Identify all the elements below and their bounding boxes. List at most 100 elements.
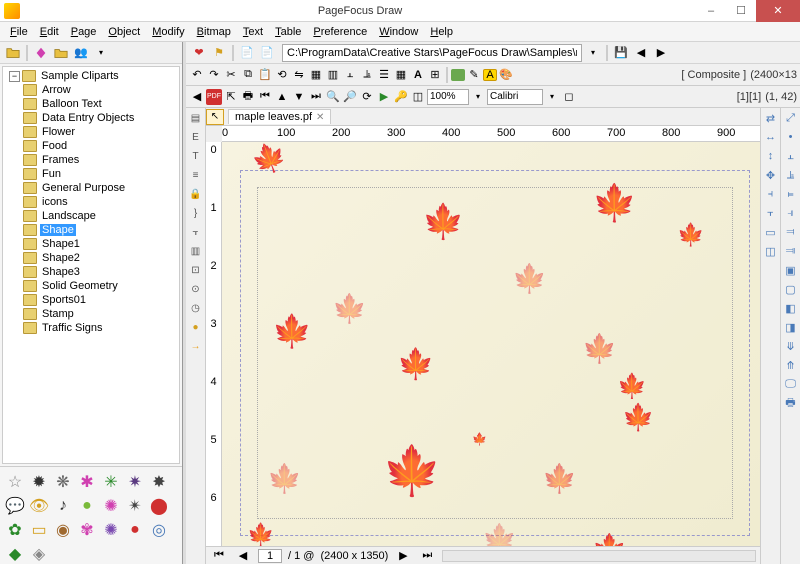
menu-edit[interactable]: Edit [34, 24, 65, 40]
zoom-out-icon[interactable]: 🔎 [342, 89, 358, 105]
clip-shape[interactable]: 👁 [28, 495, 50, 517]
menu-preference[interactable]: Preference [307, 24, 373, 40]
clip-shape[interactable]: ✺ [100, 495, 122, 517]
clip-shape[interactable]: ◈ [28, 543, 50, 564]
export-icon[interactable]: ⇱ [223, 89, 239, 105]
status-first-icon[interactable]: ⏮ [210, 547, 228, 564]
exchange-icon[interactable]: ⇄ [763, 110, 779, 126]
preview-icon[interactable]: 🖵 [783, 376, 799, 392]
cut-icon[interactable]: ✂ [223, 67, 239, 83]
tree-item[interactable]: Arrow [7, 83, 179, 97]
page-icon[interactable]: ▤ [188, 110, 204, 126]
align-t-icon[interactable]: ⫣ [783, 205, 799, 221]
bring-front-icon[interactable]: ⤊ [783, 357, 799, 373]
minimize-button[interactable]: – [696, 0, 726, 22]
nav-up-icon[interactable]: ▲ [274, 89, 290, 105]
doc1-icon[interactable]: 📄 [238, 44, 256, 62]
refresh-icon[interactable]: ⟳ [359, 89, 375, 105]
align-c-icon[interactable]: ⫡ [783, 167, 799, 183]
box1-icon[interactable]: ▣ [783, 262, 799, 278]
dropdown-icon[interactable]: ▾ [92, 44, 110, 62]
box4-icon[interactable]: ◨ [783, 319, 799, 335]
align-l-icon[interactable]: ⫠ [783, 148, 799, 164]
square-icon[interactable]: ◻ [561, 89, 577, 105]
tree-item[interactable]: Stamp [7, 307, 179, 321]
tree-item[interactable]: Balloon Text [7, 97, 179, 111]
clip-shape[interactable]: ✳ [100, 471, 122, 493]
table-icon[interactable]: ⊞ [427, 67, 443, 83]
rect-sel-icon[interactable]: ▭ [763, 224, 779, 240]
print2-icon[interactable]: 🖶 [783, 395, 799, 411]
align-r-icon[interactable]: ⫢ [783, 186, 799, 202]
zoom-in-icon[interactable]: 🔍 [325, 89, 341, 105]
heart-icon[interactable]: ❤ [190, 44, 208, 62]
status-last-icon[interactable]: ⏭ [418, 547, 436, 564]
filepath-dropdown-icon[interactable]: ▾ [584, 44, 602, 62]
tree-root-item[interactable]: − Sample Cliparts [7, 69, 179, 83]
align1-icon[interactable]: ⫠ [342, 67, 358, 83]
layers-icon[interactable]: ≡ [188, 167, 204, 183]
zoom-input[interactable] [427, 89, 469, 105]
tree-item[interactable]: Shape2 [7, 251, 179, 265]
clip-shape[interactable]: ● [124, 519, 146, 541]
arrows-v-icon[interactable]: ↕ [763, 148, 779, 164]
tree-item[interactable]: General Purpose [7, 181, 179, 195]
box2-icon[interactable]: ▢ [783, 281, 799, 297]
dist-h-icon[interactable]: ⫞ [763, 186, 779, 202]
lock-icon[interactable]: 🔒 [188, 186, 204, 202]
clip-shape[interactable]: 💬 [4, 495, 26, 517]
highlight-icon[interactable]: A [483, 69, 497, 81]
diamond-icon[interactable] [32, 44, 50, 62]
clip-shape[interactable]: ✿ [4, 519, 26, 541]
save-icon[interactable]: 💾 [612, 44, 630, 62]
close-button[interactable]: ✕ [756, 0, 800, 22]
dist-v-icon[interactable]: ⫟ [763, 205, 779, 221]
menu-table[interactable]: Table [269, 24, 307, 40]
box3-icon[interactable]: ◧ [783, 300, 799, 316]
tree-item[interactable]: Data Entry Objects [7, 111, 179, 125]
snap-icon[interactable]: ⊡ [188, 262, 204, 278]
arrow-r-icon[interactable]: → [188, 338, 204, 354]
filepath-input[interactable] [282, 44, 582, 62]
align2-icon[interactable]: ⫡ [359, 67, 375, 83]
clip-shape[interactable]: ⬤ [148, 495, 170, 517]
text-a-icon[interactable]: A [410, 67, 426, 83]
arrow-l-icon[interactable]: ◀ [189, 89, 205, 105]
clip-shape[interactable]: ✹ [28, 471, 50, 493]
sel-all-icon[interactable]: ◫ [763, 243, 779, 259]
tree-item[interactable]: Flower [7, 125, 179, 139]
copy-icon[interactable]: ⧉ [240, 67, 256, 83]
undo-icon[interactable]: ↶ [189, 67, 205, 83]
clip-shape[interactable]: ✺ [100, 519, 122, 541]
menu-page[interactable]: Page [65, 24, 103, 40]
clip-shape[interactable]: ☆ [4, 471, 26, 493]
clip-shape[interactable]: ▭ [28, 519, 50, 541]
maximize-button[interactable]: ☐ [726, 0, 756, 22]
clock-icon[interactable]: ◷ [188, 300, 204, 316]
document-tab[interactable]: maple leaves.pf ✕ [228, 109, 331, 124]
flip-icon[interactable]: ⇋ [291, 67, 307, 83]
split-icon[interactable]: ⫟ [188, 224, 204, 240]
tree-item[interactable]: Traffic Signs [7, 321, 179, 335]
status-prev-icon[interactable]: ◀ [234, 547, 252, 564]
pdf-icon[interactable]: PDF [206, 89, 222, 105]
text-tool-icon[interactable]: T [188, 148, 204, 164]
align-b-icon[interactable]: ⫥ [783, 243, 799, 259]
doc2-icon[interactable]: 📄 [258, 44, 276, 62]
tree-item[interactable]: Food [7, 139, 179, 153]
clip-shape[interactable]: ✸ [148, 471, 170, 493]
key-icon[interactable]: 🔑 [393, 89, 409, 105]
edit-tool-icon[interactable]: E [188, 129, 204, 145]
nav2-icon[interactable]: ▶ [652, 44, 670, 62]
grid-icon[interactable]: ▦ [393, 67, 409, 83]
tree-item[interactable]: Shape3 [7, 265, 179, 279]
nav-last-icon[interactable]: ⏭ [308, 89, 324, 105]
clip-shape[interactable]: ◉ [52, 519, 74, 541]
arrows-h-icon[interactable]: ↔ [763, 129, 779, 145]
nav-first-icon[interactable]: ⏮ [257, 89, 273, 105]
expand2-icon[interactable]: ⤢ [783, 110, 799, 126]
tree-item[interactable]: Landscape [7, 209, 179, 223]
folder-icon[interactable] [52, 44, 70, 62]
select-tool-icon[interactable]: ↖ [206, 109, 224, 125]
clip-shape[interactable]: ✾ [76, 519, 98, 541]
